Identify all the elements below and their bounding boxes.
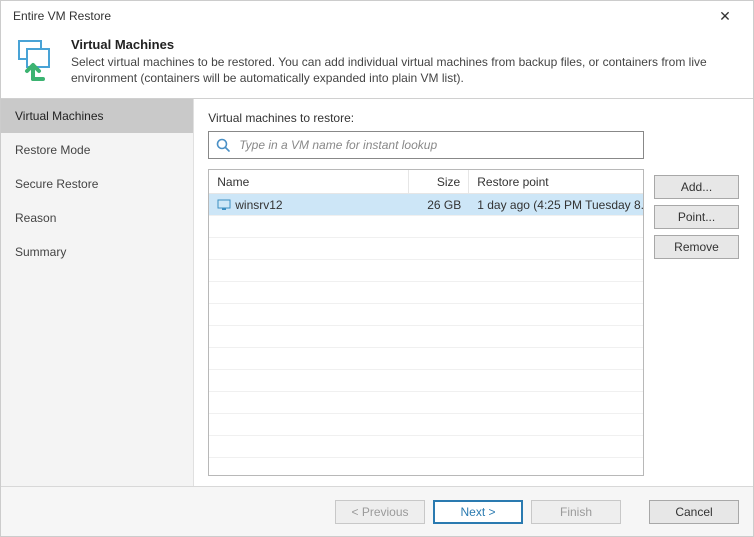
row-size: 26 GB	[409, 194, 469, 215]
add-button[interactable]: Add...	[654, 175, 739, 199]
table-row-empty	[209, 260, 643, 282]
table-header: Name Size Restore point	[209, 170, 643, 194]
wizard-sidebar: Virtual Machines Restore Mode Secure Res…	[1, 99, 194, 486]
table-row-empty	[209, 414, 643, 436]
next-button[interactable]: Next >	[433, 500, 523, 524]
table-row-empty	[209, 326, 643, 348]
sidebar-item-summary[interactable]: Summary	[1, 235, 193, 269]
wizard-main: Virtual machines to restore: Name Size R…	[194, 99, 753, 486]
table-row[interactable]: winsrv12 26 GB 1 day ago (4:25 PM Tuesda…	[209, 194, 643, 216]
header-title: Virtual Machines	[71, 37, 741, 52]
list-label: Virtual machines to restore:	[208, 111, 739, 125]
row-restore-point: 1 day ago (4:25 PM Tuesday 8...	[469, 194, 643, 215]
previous-button: < Previous	[335, 500, 425, 524]
sidebar-item-restore-mode[interactable]: Restore Mode	[1, 133, 193, 167]
vm-restore-icon	[13, 37, 59, 83]
table-row-empty	[209, 304, 643, 326]
header-description: Select virtual machines to be restored. …	[71, 54, 741, 86]
finish-button: Finish	[531, 500, 621, 524]
vm-table: Name Size Restore point winsrv12	[208, 169, 644, 476]
table-row-empty	[209, 238, 643, 260]
wizard-footer: < Previous Next > Finish Cancel	[1, 486, 753, 536]
side-buttons: Add... Point... Remove	[654, 131, 739, 476]
table-row-empty	[209, 392, 643, 414]
point-button[interactable]: Point...	[654, 205, 739, 229]
wizard-body: Virtual Machines Restore Mode Secure Res…	[1, 98, 753, 486]
sidebar-item-reason[interactable]: Reason	[1, 201, 193, 235]
search-icon	[215, 137, 231, 153]
table-body: winsrv12 26 GB 1 day ago (4:25 PM Tuesda…	[209, 194, 643, 475]
title-bar: Entire VM Restore ✕	[1, 1, 753, 31]
cancel-button[interactable]: Cancel	[649, 500, 739, 524]
sidebar-item-virtual-machines[interactable]: Virtual Machines	[1, 99, 193, 133]
sidebar-item-secure-restore[interactable]: Secure Restore	[1, 167, 193, 201]
row-name: winsrv12	[235, 198, 282, 212]
table-row-empty	[209, 282, 643, 304]
window-title: Entire VM Restore	[13, 9, 111, 23]
remove-button[interactable]: Remove	[654, 235, 739, 259]
table-row-empty	[209, 370, 643, 392]
column-name[interactable]: Name	[209, 170, 409, 193]
header-text: Virtual Machines Select virtual machines…	[71, 37, 741, 86]
table-row-empty	[209, 348, 643, 370]
column-size[interactable]: Size	[409, 170, 469, 193]
header: Virtual Machines Select virtual machines…	[1, 31, 753, 98]
search-box[interactable]	[208, 131, 644, 159]
table-row-empty	[209, 216, 643, 238]
search-input[interactable]	[237, 137, 637, 153]
column-restore-point[interactable]: Restore point	[469, 170, 643, 193]
vm-icon	[217, 198, 231, 212]
close-icon[interactable]: ✕	[705, 8, 745, 25]
table-row-empty	[209, 436, 643, 458]
